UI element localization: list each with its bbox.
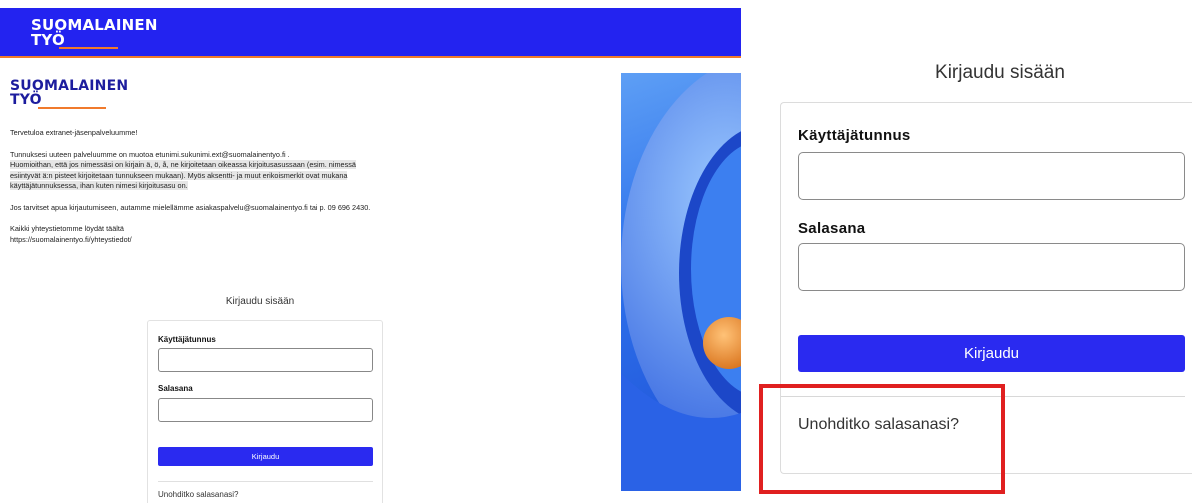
page-screenshot: SUOMALAINEN TYÖ SUOMALAINEN TYÖ Tervetul… <box>0 0 741 503</box>
password-input-small[interactable] <box>158 398 373 422</box>
highlight-box <box>759 384 1005 494</box>
decorative-image <box>621 73 741 491</box>
header-logo[interactable]: SUOMALAINEN TYÖ <box>31 18 158 49</box>
username-label-small: Käyttäjätunnus <box>158 335 216 344</box>
note-line-2: esiintyvät ä:n pisteet kirjoitetaan tunn… <box>10 170 348 180</box>
divider <box>158 481 373 482</box>
page-logo: SUOMALAINEN TYÖ <box>10 78 129 109</box>
login-card-small: Käyttäjätunnus Salasana Kirjaudu Unohdit… <box>147 320 383 503</box>
help-text: Jos tarvitset apua kirjautumiseen, autam… <box>10 202 371 212</box>
password-label-small: Salasana <box>158 384 193 393</box>
note-line-3: käyttäjätunnuksessa, ihan kuten nimesi k… <box>10 181 188 190</box>
login-button-small[interactable]: Kirjaudu <box>158 447 373 466</box>
username-format-text: Tunnuksesi uuteen palveluumme on muotoa … <box>10 149 290 159</box>
login-button[interactable]: Kirjaudu <box>798 335 1185 372</box>
login-title: Kirjaudu sisään <box>935 62 1065 83</box>
contacts-link[interactable]: https://suomalainentyo.fi/yhteystiedot/ <box>10 235 610 246</box>
logo-line2: TYÖ <box>10 92 42 108</box>
password-input[interactable] <box>798 243 1185 291</box>
contacts-text: Kaikki yhteystietomme löydät täältä <box>10 224 124 233</box>
abstract-shapes-image <box>621 73 741 491</box>
username-input[interactable] <box>798 152 1185 200</box>
note-line-1: Huomioithan, että jos nimessäsi on kirja… <box>10 160 356 169</box>
intro-text: Tervetuloa extranet-jäsenpalveluumme! Tu… <box>10 128 610 245</box>
welcome-text: Tervetuloa extranet-jäsenpalveluumme! <box>10 128 138 137</box>
logo-underline <box>59 47 118 49</box>
top-header-bar: SUOMALAINEN TYÖ <box>0 8 741 58</box>
username-input-small[interactable] <box>158 348 373 372</box>
username-label: Käyttäjätunnus <box>798 127 911 144</box>
password-label: Salasana <box>798 220 866 237</box>
forgot-password-link-small[interactable]: Unohditko salasanasi? <box>158 490 239 499</box>
logo-underline <box>38 107 106 109</box>
login-title-small: Kirjaudu sisään <box>225 296 295 307</box>
logo-line1: SUOMALAINEN <box>10 78 129 94</box>
